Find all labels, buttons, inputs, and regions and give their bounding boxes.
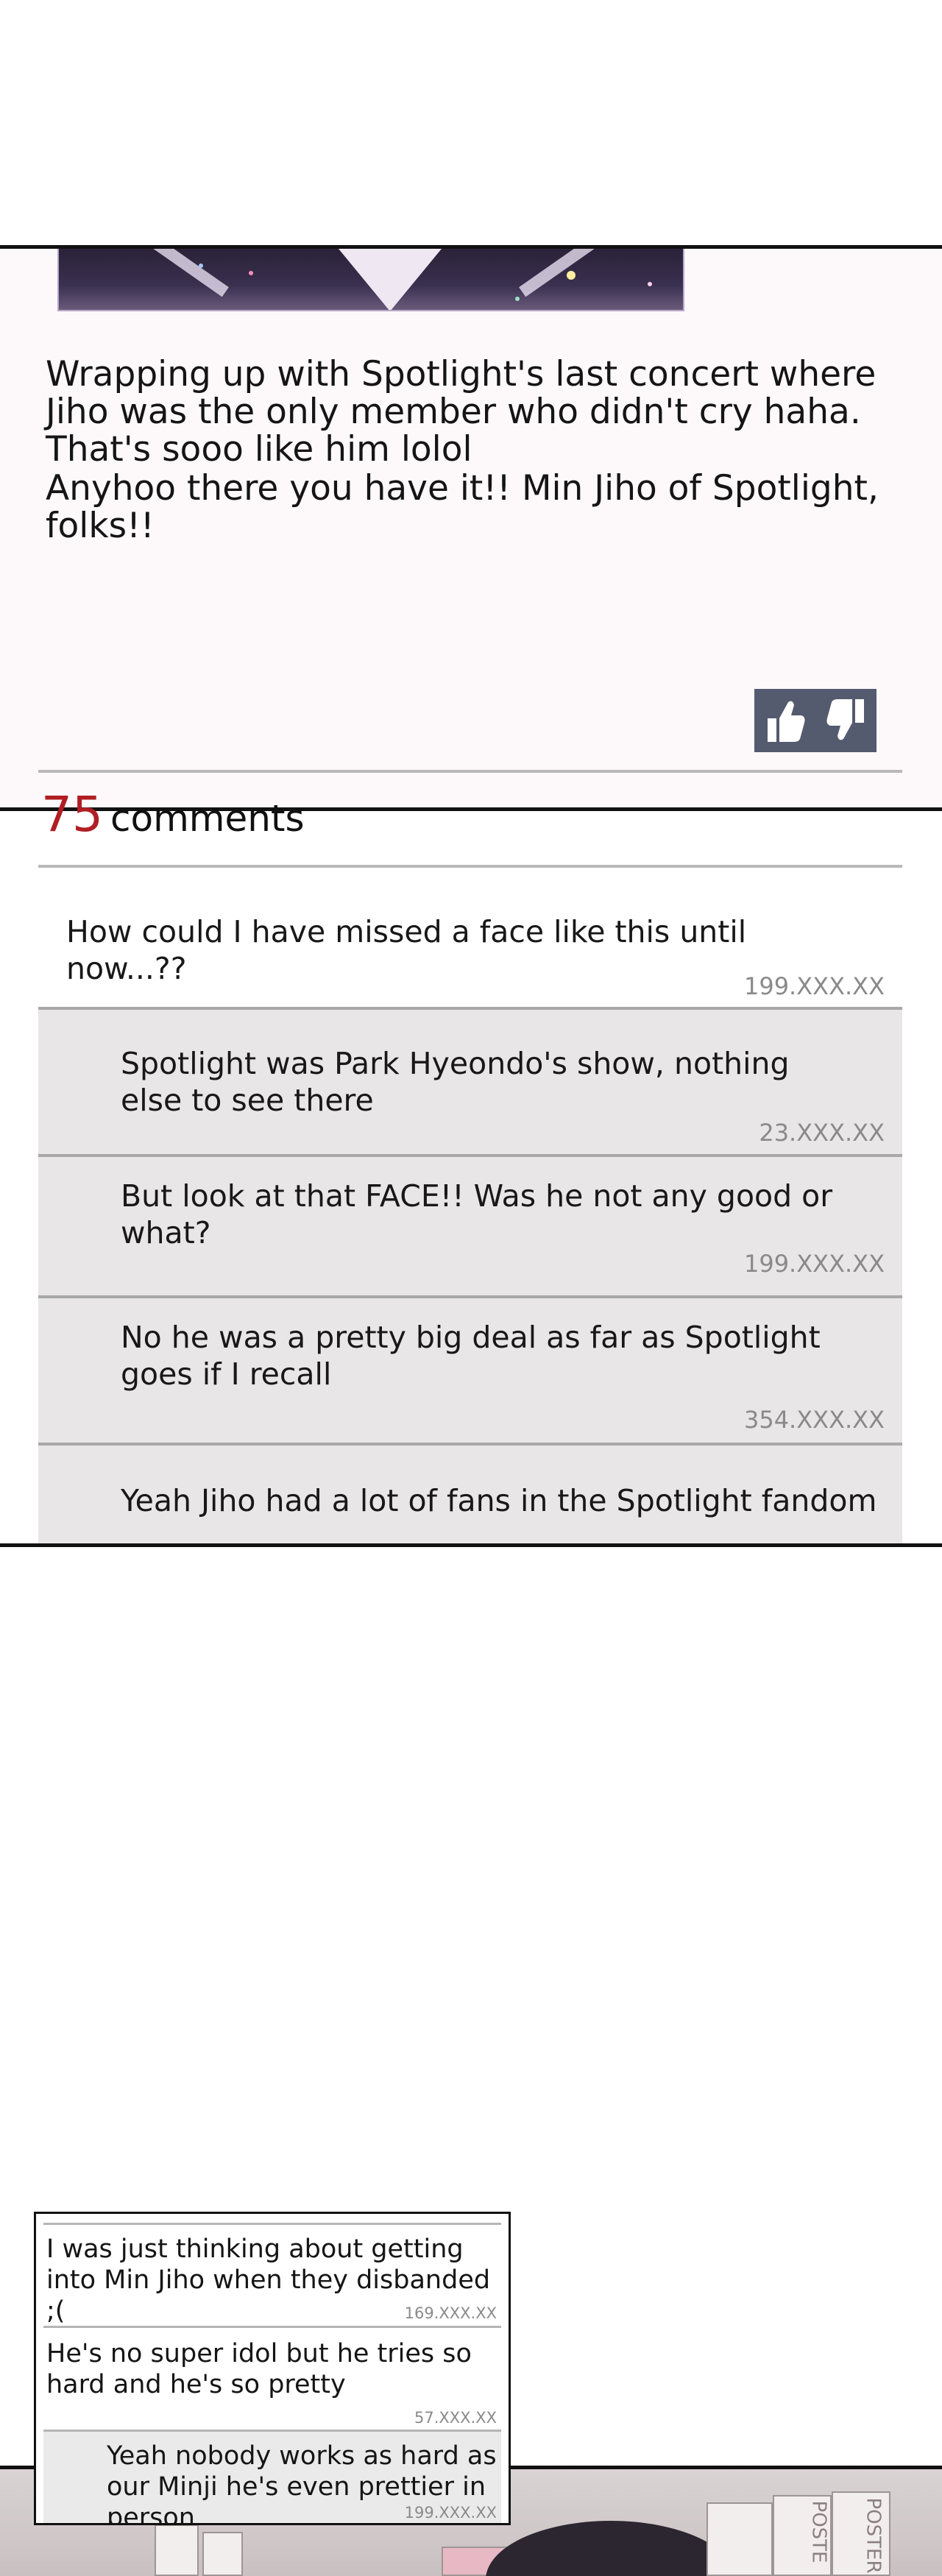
comment-reply[interactable]: Spotlight was Park Hyeondo's show, nothi… [38, 1010, 902, 1157]
comments-count: 75 comments [41, 786, 305, 843]
inset-comment-reply[interactable]: Yeah nobody works as hard as our Minji h… [43, 2432, 501, 2523]
comment-ip: 199.XXX.XX [404, 2504, 497, 2522]
sparkle [199, 263, 203, 268]
comment-reply[interactable]: No he was a pretty big deal as far as Sp… [38, 1298, 902, 1446]
vote-box [754, 689, 877, 752]
inset-comment-box: I was just thinking about getting into M… [34, 2212, 511, 2525]
comment-ip: 199.XXX.XX [743, 972, 885, 1000]
comment-reply[interactable]: Yeah Jiho had a lot of fans in the Spotl… [38, 1446, 902, 1543]
binder [706, 2502, 773, 2576]
comments-count-number: 75 [41, 786, 103, 843]
comment-ip: 354.XXX.XX [743, 1406, 885, 1434]
thumbs-down-icon[interactable] [826, 696, 867, 745]
comic-panel-post: Wrapping up with Spotlight's last concer… [0, 245, 942, 811]
stage-light [339, 249, 442, 310]
post-paragraph-1: Wrapping up with Spotlight's last concer… [46, 354, 877, 470]
sparkle [249, 271, 253, 275]
comment-text: How could I have missed a face like this… [66, 914, 747, 986]
comment-text: No he was a pretty big deal as far as Sp… [121, 1320, 821, 1392]
comment-ip: 169.XXX.XX [404, 2304, 497, 2322]
comment-text: He's no super idol but he tries so hard … [46, 2339, 472, 2399]
comments-count-label: comments [110, 797, 305, 840]
comment-ip: 199.XXX.XX [743, 1250, 885, 1278]
comment-reply[interactable]: But look at that FACE!! Was he not any g… [38, 1157, 902, 1298]
divider [38, 770, 902, 773]
comment-ip: 23.XXX.XX [759, 1119, 885, 1147]
sparkle [648, 282, 652, 286]
comment-ip: 57.XXX.XX [414, 2409, 497, 2427]
inset-comment-item[interactable]: I was just thinking about getting into M… [43, 2225, 501, 2328]
poster-label: POSTER [862, 2497, 885, 2574]
binder [155, 2524, 199, 2576]
comment-text: Spotlight was Park Hyeondo's show, nothi… [121, 1046, 790, 1118]
light-beam [519, 249, 598, 297]
poster-label: POSTE [807, 2500, 830, 2563]
comment-text: Yeah Jiho had a lot of fans in the Spotl… [121, 1483, 877, 1518]
sparkle [515, 297, 520, 301]
binder [202, 2532, 243, 2576]
comment-item[interactable]: How could I have missed a face like this… [38, 868, 902, 1010]
thumbs-up-icon[interactable] [765, 696, 806, 745]
inset-comment-item[interactable]: He's no super idol but he tries so hard … [43, 2328, 501, 2432]
character-hair [486, 2521, 736, 2576]
concert-image [57, 249, 684, 311]
panel-border [0, 1543, 942, 1547]
light-beam [149, 249, 229, 297]
post-paragraph-2: Anyhoo there you have it!! Min Jiho of S… [46, 468, 879, 546]
sparkle [567, 271, 576, 280]
comment-text: But look at that FACE!! Was he not any g… [121, 1178, 833, 1250]
